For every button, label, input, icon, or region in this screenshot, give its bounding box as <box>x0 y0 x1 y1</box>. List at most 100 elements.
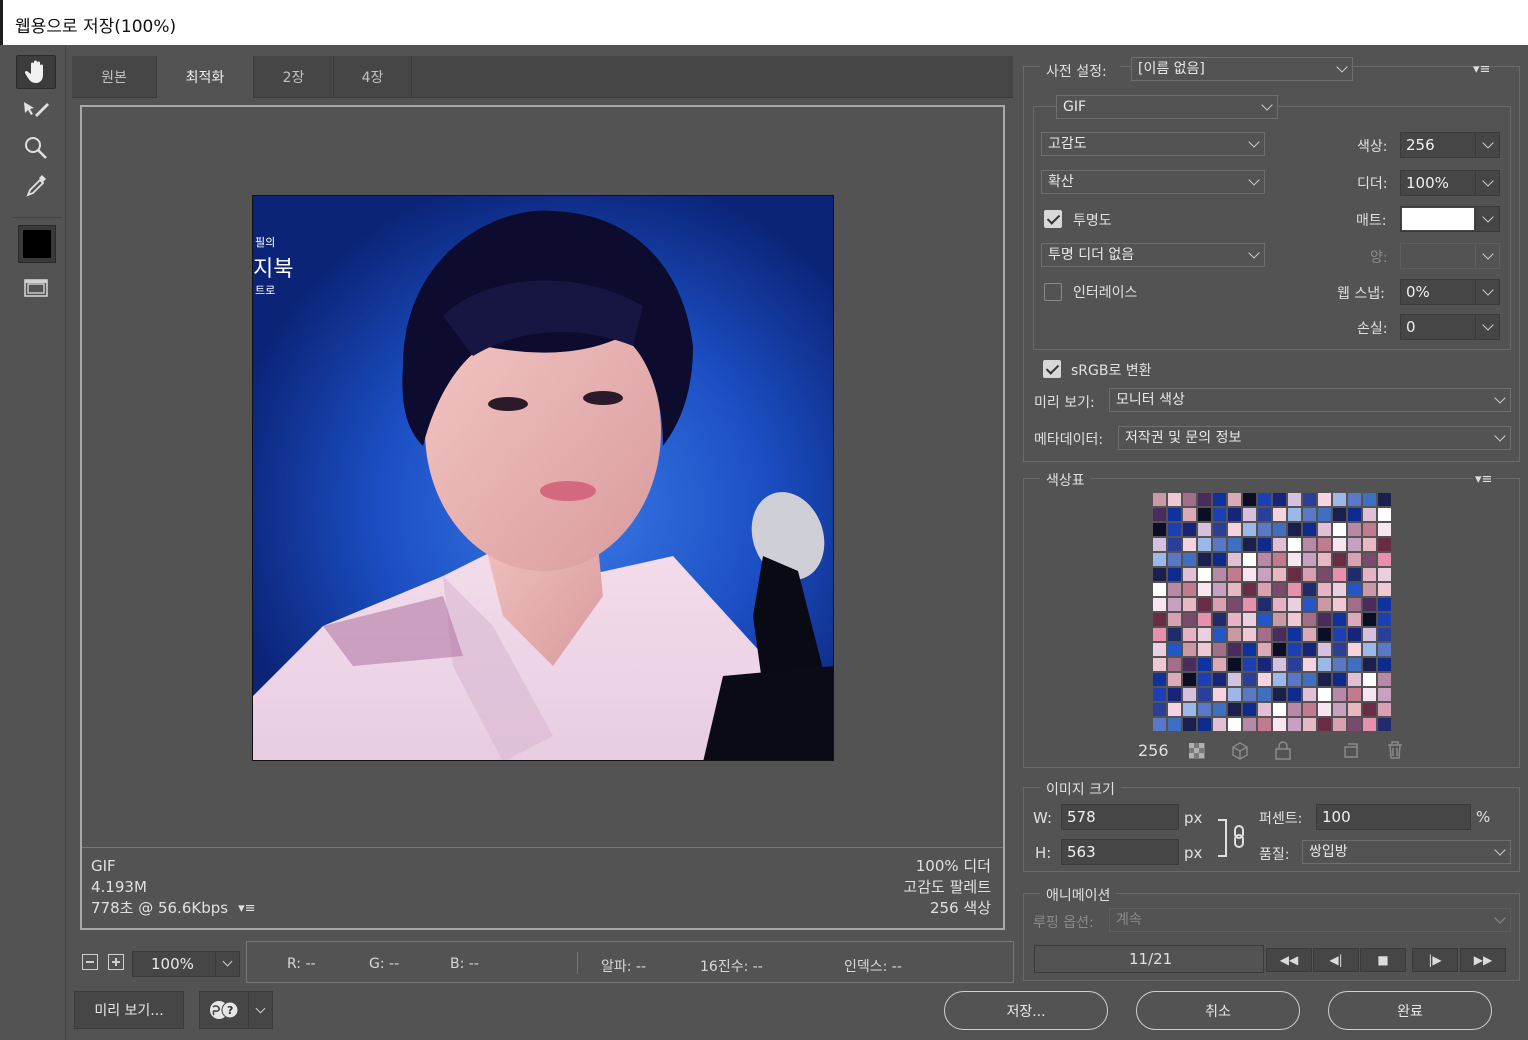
color-swatch[interactable] <box>1242 627 1257 642</box>
color-swatch[interactable] <box>1287 642 1302 657</box>
color-swatch[interactable] <box>1197 507 1212 522</box>
color-swatch[interactable] <box>1212 552 1227 567</box>
color-swatch[interactable] <box>1347 582 1362 597</box>
chevron-down-icon[interactable] <box>1475 207 1499 231</box>
color-table-swatches[interactable] <box>1152 492 1392 732</box>
color-swatch[interactable] <box>1347 627 1362 642</box>
color-swatch[interactable] <box>1182 627 1197 642</box>
color-swatch[interactable] <box>1332 567 1347 582</box>
color-swatch[interactable] <box>1362 657 1377 672</box>
websnap-field[interactable]: 0% <box>1400 279 1500 305</box>
color-swatch[interactable] <box>1332 612 1347 627</box>
color-swatch[interactable] <box>1302 537 1317 552</box>
color-swatch[interactable] <box>1257 672 1272 687</box>
color-swatch[interactable] <box>1332 552 1347 567</box>
color-swatch[interactable] <box>1167 612 1182 627</box>
color-swatch[interactable] <box>1197 552 1212 567</box>
color-swatch[interactable] <box>1272 657 1287 672</box>
color-swatch[interactable] <box>1197 582 1212 597</box>
color-swatch[interactable] <box>1362 582 1377 597</box>
color-swatch[interactable] <box>1227 552 1242 567</box>
color-swatch[interactable] <box>1272 597 1287 612</box>
color-swatch[interactable] <box>1182 537 1197 552</box>
previous-frame-button[interactable]: ◀| <box>1313 948 1359 972</box>
srgb-checkbox[interactable] <box>1043 360 1061 378</box>
color-swatch[interactable] <box>1302 687 1317 702</box>
color-swatch[interactable] <box>1197 717 1212 732</box>
color-swatch[interactable] <box>1257 687 1272 702</box>
color-swatch[interactable] <box>1212 492 1227 507</box>
tab-original[interactable]: 원본 <box>72 56 157 98</box>
color-swatch[interactable] <box>1242 657 1257 672</box>
eyedropper-tool-icon[interactable] <box>16 169 56 203</box>
save-button[interactable]: 저장... <box>944 991 1108 1030</box>
color-swatch[interactable] <box>1197 702 1212 717</box>
color-swatch[interactable] <box>1332 717 1347 732</box>
color-swatch[interactable] <box>1182 522 1197 537</box>
color-swatch[interactable] <box>1152 687 1167 702</box>
color-swatch[interactable] <box>1377 672 1392 687</box>
color-swatch[interactable] <box>1377 507 1392 522</box>
color-reduction-select[interactable]: 고감도 <box>1041 132 1265 156</box>
color-swatch[interactable] <box>1317 492 1332 507</box>
dither-amount-field[interactable]: 100% <box>1400 170 1500 196</box>
trash-icon[interactable] <box>1386 740 1404 760</box>
color-swatch[interactable] <box>1182 672 1197 687</box>
color-swatch[interactable] <box>1167 657 1182 672</box>
color-swatch[interactable] <box>1212 717 1227 732</box>
color-swatch[interactable] <box>1302 672 1317 687</box>
color-swatch[interactable] <box>1317 672 1332 687</box>
color-swatch[interactable] <box>1167 672 1182 687</box>
color-swatch[interactable] <box>1182 612 1197 627</box>
zoom-level-select[interactable]: 100% <box>132 951 240 977</box>
color-swatch[interactable] <box>1287 507 1302 522</box>
color-swatch[interactable] <box>1227 672 1242 687</box>
color-swatch[interactable] <box>1377 597 1392 612</box>
color-swatch[interactable] <box>1317 627 1332 642</box>
color-swatch[interactable] <box>1197 672 1212 687</box>
color-swatch[interactable] <box>1362 687 1377 702</box>
color-swatch[interactable] <box>1257 507 1272 522</box>
color-swatch[interactable] <box>1362 597 1377 612</box>
color-swatch[interactable] <box>1377 702 1392 717</box>
color-swatch[interactable] <box>1302 702 1317 717</box>
color-swatch[interactable] <box>1317 612 1332 627</box>
eyedropper-color-swatch[interactable] <box>18 225 56 263</box>
toggle-slices-icon[interactable] <box>16 271 56 305</box>
percent-field[interactable]: 100 <box>1316 804 1471 830</box>
color-table-menu-icon[interactable]: ▾≡ <box>1473 472 1495 487</box>
color-swatch[interactable] <box>1212 627 1227 642</box>
color-swatch[interactable] <box>1377 642 1392 657</box>
color-swatch[interactable] <box>1377 687 1392 702</box>
color-swatch[interactable] <box>1167 687 1182 702</box>
color-swatch[interactable] <box>1377 627 1392 642</box>
color-swatch[interactable] <box>1362 537 1377 552</box>
color-swatch[interactable] <box>1317 522 1332 537</box>
color-swatch[interactable] <box>1377 657 1392 672</box>
color-swatch[interactable] <box>1152 492 1167 507</box>
chevron-down-icon[interactable] <box>1475 315 1499 339</box>
color-swatch[interactable] <box>1197 597 1212 612</box>
color-swatch[interactable] <box>1287 627 1302 642</box>
color-swatch[interactable] <box>1302 597 1317 612</box>
chevron-down-icon[interactable] <box>1475 133 1499 157</box>
color-swatch[interactable] <box>1242 672 1257 687</box>
color-swatch[interactable] <box>1152 537 1167 552</box>
color-swatch[interactable] <box>1332 507 1347 522</box>
color-swatch[interactable] <box>1212 582 1227 597</box>
next-frame-button[interactable]: |▶ <box>1412 948 1458 972</box>
color-swatch[interactable] <box>1362 672 1377 687</box>
transparency-dither-select[interactable]: 투명 디더 없음 <box>1041 243 1265 267</box>
color-swatch[interactable] <box>1167 567 1182 582</box>
color-swatch[interactable] <box>1227 492 1242 507</box>
color-swatch[interactable] <box>1332 657 1347 672</box>
color-swatch[interactable] <box>1212 702 1227 717</box>
color-swatch[interactable] <box>1182 567 1197 582</box>
width-field[interactable]: 578 <box>1061 804 1179 830</box>
color-swatch[interactable] <box>1227 657 1242 672</box>
color-swatch[interactable] <box>1257 582 1272 597</box>
file-format-select[interactable]: GIF <box>1056 95 1278 119</box>
color-swatch[interactable] <box>1272 687 1287 702</box>
color-swatch[interactable] <box>1242 597 1257 612</box>
color-swatch[interactable] <box>1362 492 1377 507</box>
